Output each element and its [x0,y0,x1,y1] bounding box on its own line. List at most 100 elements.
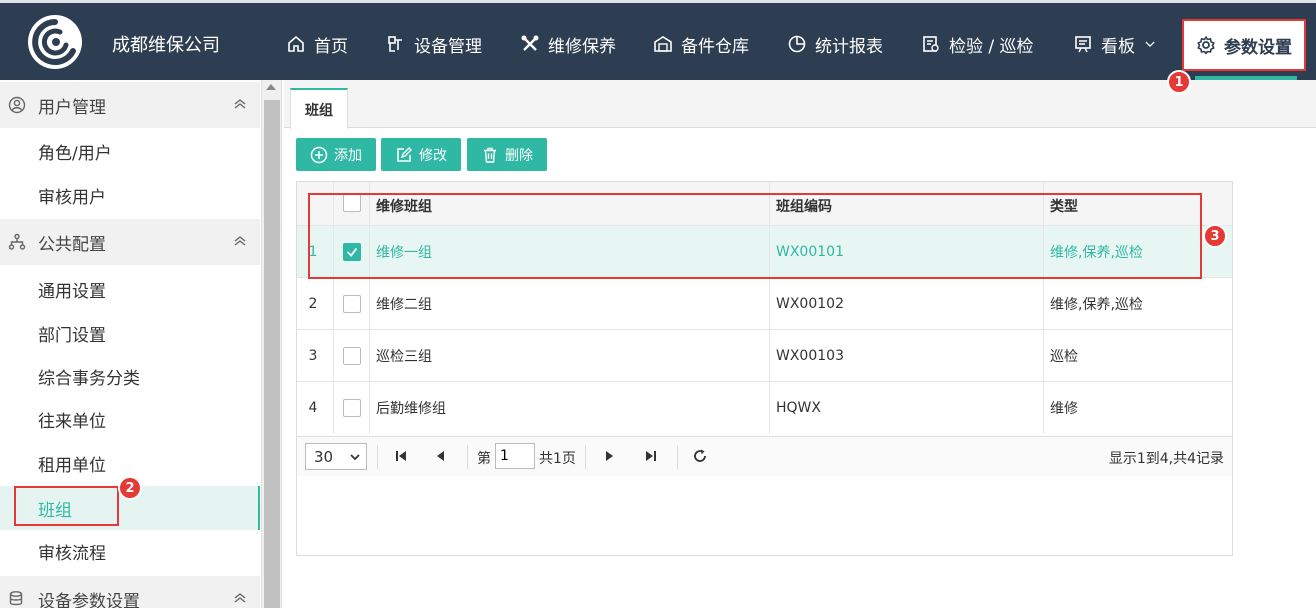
sidebar: 用户管理 角色/用户 审核用户 公共配置 通用设置 部门设置 综合事务分类 往来… [0,80,262,608]
chart-icon [788,35,806,53]
chevron-down-icon [350,454,360,461]
add-button[interactable]: 添加 [296,138,376,171]
scrollbar-thumb[interactable] [264,100,280,608]
edit-icon [397,146,412,162]
row-checkbox-cell[interactable] [334,330,370,381]
sidebar-item-partner-units[interactable]: 往来单位 [0,397,260,441]
nav-equipment[interactable]: 设备管理 [386,31,482,57]
tab-team[interactable]: 班组 [290,88,348,129]
board-icon [1075,36,1091,53]
check-icon [346,247,357,257]
warehouse-icon [654,36,672,52]
row-checkbox[interactable] [342,294,361,313]
chevron-up-icon [234,236,246,246]
user-circle-icon [8,96,26,114]
sidebar-group-public-config[interactable]: 公共配置 [0,219,260,265]
sidebar-item-department-settings[interactable]: 部门设置 [0,311,260,355]
column-header-type[interactable]: 类型 [1044,182,1232,225]
delete-button[interactable]: 删除 [467,138,547,171]
last-page-icon[interactable] [643,448,659,464]
team-name: 巡检三组 [370,330,770,381]
row-checkbox[interactable] [342,242,361,261]
header-select-all[interactable] [334,182,370,225]
row-checkbox-cell[interactable] [334,382,370,434]
sidebar-scrollbar[interactable] [262,80,282,608]
pagination-bar: 30 第 共1页 显示1到4,共4记录 [297,436,1232,476]
sidebar-item-affairs-category[interactable]: 综合事务分类 [0,354,260,398]
top-navigation-bar: 成都维保公司 首页 设备管理 维修保养 备件仓库 统计报表 检验 / 巡检 看板… [0,0,1316,80]
company-name: 成都维保公司 [112,35,220,56]
table-row[interactable]: 1 维修一组 WX00101 维修,保养,巡检 [297,226,1232,278]
nav-inspection[interactable]: 检验 / 巡检 [921,31,1034,57]
nav-warehouse[interactable]: 备件仓库 [653,31,749,57]
row-number: 3 [297,330,334,381]
database-gear-icon [9,591,23,606]
page-size-select[interactable]: 30 [305,443,367,470]
edit-button-label: 修改 [419,147,447,164]
equipment-icon [388,36,402,52]
nav-label: 首页 [314,36,348,57]
column-header-team[interactable]: 维修班组 [370,182,770,225]
sidebar-item-general-settings[interactable]: 通用设置 [0,267,260,311]
nav-settings[interactable]: 参数设置 [1182,19,1306,71]
table-row[interactable]: 2 维修二组 WX00102 维修,保养,巡检 [297,278,1232,330]
row-checkbox-cell[interactable] [334,226,370,277]
total-pages-label: 共1页 [539,451,576,467]
tab-bar: 班组 [284,80,1316,129]
sidebar-item-roles-users[interactable]: 角色/用户 [0,129,260,173]
company-logo-icon [28,15,82,69]
team-code: WX00101 [770,226,1044,277]
inspection-icon [923,36,939,52]
sidebar-group-equipment-params[interactable]: 设备参数设置 [0,576,260,608]
nav-label: 备件仓库 [681,36,749,57]
sidebar-group-label: 公共配置 [38,234,106,255]
sidebar-item-review-process[interactable]: 审核流程 [0,529,260,573]
team-type: 巡检 [1050,348,1078,365]
column-header-code[interactable]: 班组编码 [770,182,1044,225]
row-number: 2 [297,278,334,329]
edit-button[interactable]: 修改 [381,138,461,171]
sidebar-group-label: 用户管理 [38,97,106,118]
nav-label: 统计报表 [815,36,883,57]
nav-label: 参数设置 [1224,37,1292,58]
row-checkbox[interactable] [342,399,361,417]
annotation-badge-1: 1 [1167,70,1191,94]
nav-home[interactable]: 首页 [286,31,348,57]
sidebar-item-review-users[interactable]: 审核用户 [0,173,260,217]
team-code: WX00102 [770,278,1044,329]
refresh-icon[interactable] [692,448,708,464]
team-type: 维修,保养,巡检 [1050,296,1143,313]
chevron-up-icon [234,99,246,109]
annotation-badge-3: 3 [1203,224,1227,248]
select-all-checkbox[interactable] [342,194,361,212]
nav-maintenance[interactable]: 维修保养 [520,31,616,57]
main-content: 班组 添加 修改 删除 维修班组 班组编码 类型 1 维修一组 WX00101 … [284,80,1316,608]
next-page-icon[interactable] [601,448,617,464]
row-checkbox-cell[interactable] [334,278,370,329]
table-header-row: 维修班组 班组编码 类型 [297,182,1232,226]
first-page-icon[interactable] [393,448,409,464]
pager-separator [377,445,378,469]
team-code: HQWX [770,382,1044,434]
page-number-input[interactable] [495,443,535,469]
previous-page-icon[interactable] [433,448,449,464]
record-count-info: 显示1到4,共4记录 [1108,451,1224,467]
chevron-down-icon [1145,41,1155,47]
team-name: 维修二组 [370,278,770,329]
pager-separator [585,445,586,469]
page-size-value: 30 [314,447,334,466]
nav-label: 看板 [1101,36,1135,57]
home-icon [288,35,304,52]
table-row[interactable]: 4 后勤维修组 HQWX 维修 [297,382,1232,434]
nav-board[interactable]: 看板 [1073,31,1157,57]
team-code: WX00103 [770,330,1044,381]
team-table: 维修班组 班组编码 类型 1 维修一组 WX00101 维修,保养,巡检 2 维… [296,181,1233,556]
sidebar-group-user-management[interactable]: 用户管理 [0,82,260,128]
tools-icon [521,35,539,51]
scroll-up-arrow-icon[interactable] [266,84,276,90]
nav-reports[interactable]: 统计报表 [787,31,883,57]
table-row[interactable]: 3 巡检三组 WX00103 巡检 [297,330,1232,382]
org-tree-icon [8,233,26,250]
row-checkbox[interactable] [342,346,361,365]
nav-label: 维修保养 [548,36,616,57]
